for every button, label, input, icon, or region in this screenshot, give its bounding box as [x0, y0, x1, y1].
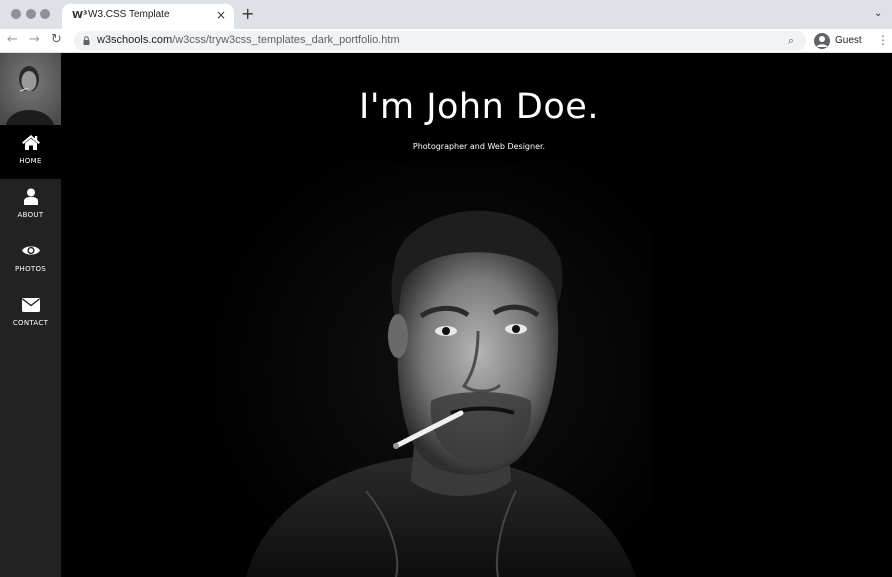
tab-search-chevron-icon[interactable]: ⌄: [874, 8, 882, 19]
zoom-icon[interactable]: ⌕: [788, 34, 794, 48]
window-close-dot[interactable]: [11, 9, 21, 19]
profile-button[interactable]: Guest: [813, 31, 869, 51]
eye-icon: [21, 246, 40, 255]
user-icon: [23, 188, 38, 205]
new-tab-button[interactable]: +: [241, 5, 254, 23]
profile-name: Guest: [835, 35, 862, 46]
sidebar-avatar: [0, 53, 61, 125]
page-subtitle: Photographer and Web Designer.: [412, 142, 546, 151]
window-zoom-dot[interactable]: [40, 9, 50, 19]
main-content: I'm John Doe. Photographer and Web Desig…: [61, 53, 892, 577]
home-icon: [21, 135, 40, 150]
forward-button[interactable]: →: [29, 32, 40, 48]
guest-avatar-icon: [814, 33, 830, 49]
tab-title: W3.CSS Template: [88, 9, 170, 20]
address-bar[interactable]: w3schools.com/w3css/tryw3css_templates_d…: [74, 31, 806, 51]
sidebar-item-photos[interactable]: PHOTOS: [0, 233, 61, 287]
browser-toolbar: ← → ↻ w3schools.com/w3css/tryw3css_templ…: [0, 29, 892, 53]
back-button[interactable]: ←: [7, 32, 18, 48]
url-path: /w3css/tryw3css_templates_dark_portfolio…: [172, 34, 400, 46]
sidebar-item-label: CONTACT: [12, 319, 49, 327]
w3schools-favicon-icon: W³: [72, 10, 88, 21]
sidebar-item-label: HOME: [19, 157, 42, 165]
sidebar-item-label: ABOUT: [17, 211, 44, 219]
browser-titlebar: W³ W3.CSS Template × + ⌄: [0, 0, 892, 29]
lock-icon: [83, 36, 90, 45]
portrait-photo: [216, 161, 652, 577]
envelope-icon: [21, 298, 40, 312]
reload-button[interactable]: ↻: [51, 32, 62, 48]
url-domain: w3schools.com: [97, 34, 173, 46]
sidebar-item-label: PHOTOS: [14, 265, 47, 273]
sidebar-item-contact[interactable]: CONTACT: [0, 287, 61, 341]
browser-tab[interactable]: W³ W3.CSS Template ×: [62, 4, 234, 29]
sidebar-item-home[interactable]: HOME: [0, 125, 61, 179]
window-minimize-dot[interactable]: [26, 9, 36, 19]
sidebar: HOME ABOUT PHOTOS CONTACT: [0, 53, 61, 577]
url-text[interactable]: w3schools.com/w3css/tryw3css_templates_d…: [97, 34, 400, 46]
page-title: I'm John Doe.: [359, 87, 599, 127]
page-content: HOME ABOUT PHOTOS CONTACT I'm John Doe. …: [0, 53, 892, 577]
tab-close-icon[interactable]: ×: [216, 7, 226, 23]
sidebar-item-about[interactable]: ABOUT: [0, 179, 61, 233]
browser-menu-icon[interactable]: ⋮: [877, 32, 889, 48]
